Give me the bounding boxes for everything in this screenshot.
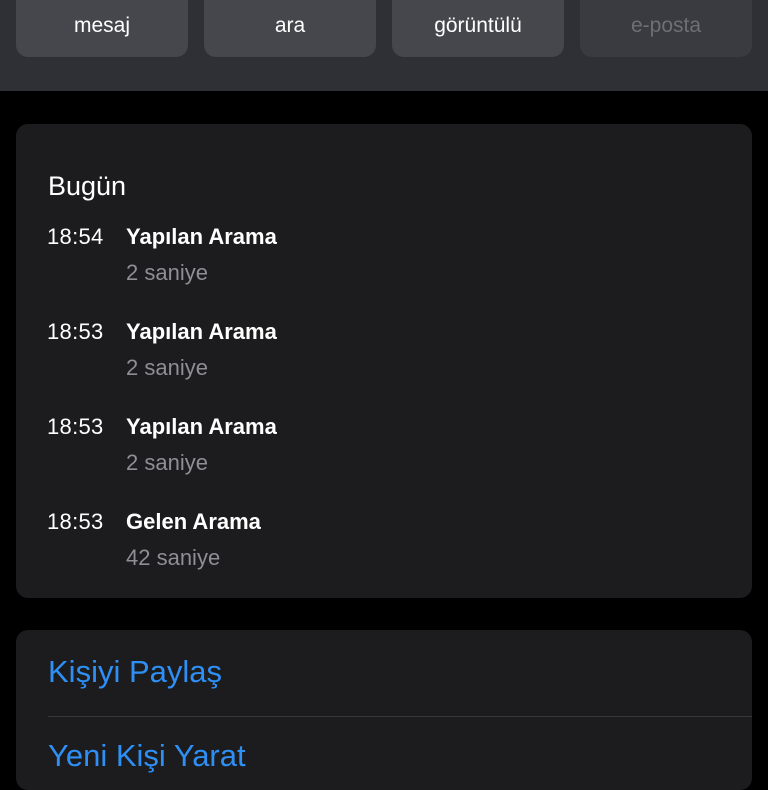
create-new-contact-link[interactable]: Yeni Kişi Yarat xyxy=(48,738,246,774)
contact-header: mesaj ara görüntülü e-posta xyxy=(0,0,768,91)
call-history-row: 18:53 Yapılan Arama 2 saniye xyxy=(16,319,752,399)
call-duration: 2 saniye xyxy=(126,260,208,285)
call-history-row: 18:54 Yapılan Arama 2 saniye xyxy=(16,224,752,304)
call-type: Yapılan Arama xyxy=(126,224,277,249)
divider xyxy=(48,716,752,717)
call-time: 18:53 xyxy=(47,319,104,344)
call-duration: 42 saniye xyxy=(126,545,221,570)
call-time: 18:54 xyxy=(47,224,104,249)
call-history-title: Bugün xyxy=(48,171,127,201)
message-icon xyxy=(87,0,117,6)
video-icon xyxy=(463,0,493,6)
call-time: 18:53 xyxy=(47,414,104,439)
call-duration: 2 saniye xyxy=(126,355,208,380)
email-button[interactable]: e-posta xyxy=(580,0,752,57)
call-history-card: Bugün 18:54 Yapılan Arama 2 saniye 18:53… xyxy=(16,124,752,598)
call-type: Gelen Arama xyxy=(126,509,261,534)
share-contact-link[interactable]: Kişiyi Paylaş xyxy=(48,654,222,690)
message-button-label: mesaj xyxy=(73,14,131,37)
video-button[interactable]: görüntülü xyxy=(392,0,564,57)
call-duration: 2 saniye xyxy=(126,450,208,475)
video-button-label: görüntülü xyxy=(434,14,522,37)
email-button-label: e-posta xyxy=(630,14,702,37)
call-type: Yapılan Arama xyxy=(126,319,277,344)
call-time: 18:53 xyxy=(47,509,104,534)
call-history-row: 18:53 Gelen Arama 42 saniye xyxy=(16,509,752,589)
call-button-label: ara xyxy=(274,14,306,37)
mail-icon xyxy=(651,0,681,6)
call-history-row: 18:53 Yapılan Arama 2 saniye xyxy=(16,414,752,494)
call-type: Yapılan Arama xyxy=(126,414,277,439)
message-button[interactable]: mesaj xyxy=(16,0,188,57)
call-button[interactable]: ara xyxy=(204,0,376,57)
phone-icon xyxy=(275,0,305,6)
contact-actions-card: Kişiyi Paylaş Yeni Kişi Yarat xyxy=(16,630,752,790)
